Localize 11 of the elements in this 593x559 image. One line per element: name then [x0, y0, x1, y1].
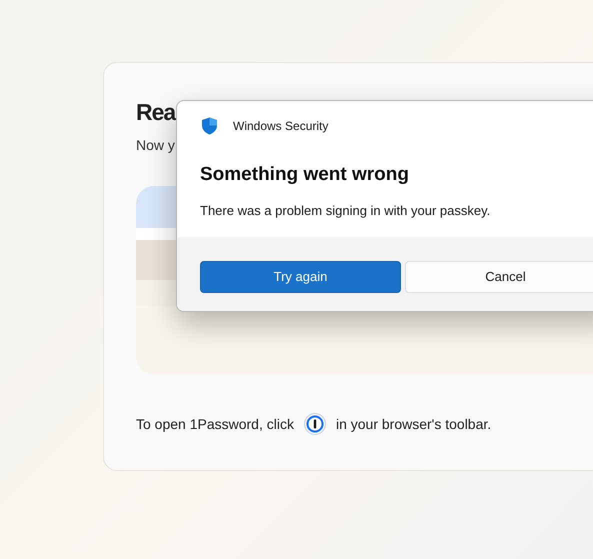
- page-subtitle: Now y: [136, 136, 175, 155]
- try-again-button[interactable]: Try again: [200, 261, 401, 293]
- info-circle-icon: [304, 413, 326, 435]
- hint-text: in your browser's toolbar.: [336, 414, 492, 434]
- cancel-button[interactable]: Cancel: [405, 261, 593, 293]
- hint-text: To open 1Password, click: [136, 414, 294, 434]
- page-heading: Rea: [136, 98, 176, 127]
- dialog-title: Something went wrong: [200, 163, 409, 187]
- shield-icon: [201, 117, 218, 135]
- dialog-app-name: Windows Security: [233, 118, 328, 135]
- dialog-message: There was a problem signing in with your passkey.: [200, 202, 490, 220]
